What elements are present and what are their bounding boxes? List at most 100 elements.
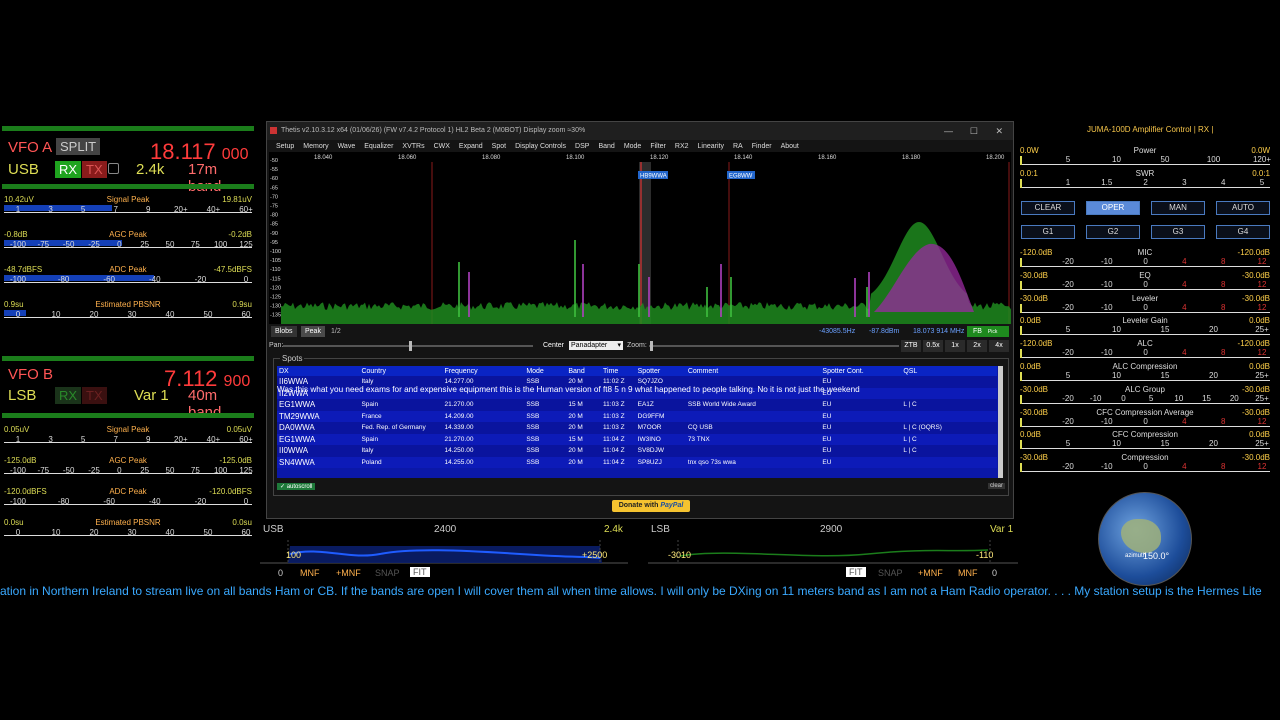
spots-header-cell[interactable]: Frequency [443, 366, 525, 376]
split-button[interactable]: SPLIT [56, 138, 101, 155]
menu-item-display-controls[interactable]: Display Controls [515, 143, 566, 150]
autoscroll-checkbox[interactable]: ✓ autoscroll [277, 483, 316, 490]
rx-b-indicator[interactable]: RX [55, 387, 82, 404]
vfo-a-label[interactable]: VFO A [8, 139, 52, 156]
amp-g4-button[interactable]: G4 [1216, 225, 1270, 239]
filter-b-mnf-button[interactable]: MNF [958, 568, 978, 578]
maximize-icon[interactable]: ☐ [970, 122, 978, 140]
menu-item-wave[interactable]: Wave [338, 143, 356, 150]
spots-header-cell[interactable]: DX [277, 366, 359, 376]
donate-button[interactable]: Donate with PayPal [612, 500, 690, 512]
menu-item-rx2[interactable]: RX2 [675, 143, 689, 150]
amp-g3-button[interactable]: G3 [1151, 225, 1205, 239]
meter-tick-label: 0 [243, 497, 249, 506]
spot-label[interactable]: HB9WWA [640, 174, 667, 180]
lock-icon[interactable] [108, 163, 119, 174]
filter-b-panel[interactable]: LSB 2900 Var 1 -3010 -110 FIT SNAP +MNF … [648, 522, 1018, 582]
amp-tick-label: 4 [1182, 462, 1187, 472]
amp-auto-button[interactable]: AUTO [1216, 201, 1270, 215]
menu-item-spot[interactable]: Spot [492, 143, 506, 150]
meter-tick-label: -20 [194, 275, 207, 284]
zoom-slider-thumb[interactable] [650, 341, 653, 351]
amp-g2-button[interactable]: G2 [1086, 225, 1140, 239]
vfo-a-mode[interactable]: USB [8, 161, 39, 178]
menu-item-memory[interactable]: Memory [303, 143, 328, 150]
peak-button[interactable]: Peak [301, 326, 325, 337]
thetis-window[interactable]: Thetis v2.10.3.12 x64 (01/06/26) (FW v7.… [266, 121, 1014, 519]
close-icon[interactable]: ✕ [995, 122, 1003, 140]
pan-slider-thumb[interactable] [409, 341, 412, 351]
filter-a-mnf-button[interactable]: MNF [300, 568, 320, 578]
menu-item-finder[interactable]: Finder [752, 143, 772, 150]
menu-item-band[interactable]: Band [598, 143, 614, 150]
spots-header-cell[interactable]: Spotter [636, 366, 686, 376]
spots-row[interactable]: II0WWA Italy 14.250.00 SSB 20 M 11:04 Z SV8DJW… [277, 445, 997, 457]
filter-a-panel[interactable]: USB 2400 2.4k 100 +2500 0 MNF +MNF SNAP … [260, 522, 628, 582]
title-bar[interactable]: Thetis v2.10.3.12 x64 (01/06/26) (FW v7.… [267, 122, 1013, 140]
zoom-button-2x[interactable]: 2x [967, 340, 987, 352]
spots-row[interactable]: DA0WWA Fed. Rep. of Germany 14.339.00 SSB 20… [277, 422, 997, 434]
spots-row[interactable]: SN4WWA Poland 14.255.00 SSB 20 M 11:04 Z SP8UZ… [277, 456, 997, 468]
vfo-b-label[interactable]: VFO B [8, 366, 53, 383]
menu-item-linearity[interactable]: Linearity [698, 143, 724, 150]
zoom-button-0-5x[interactable]: 0.5x [923, 340, 943, 352]
spot-label[interactable]: EG8WW [729, 174, 753, 180]
spots-header-cell[interactable]: Country [359, 366, 442, 376]
spots-row[interactable]: EG1WWA Spain 21.270.00 SSB 15 M 11:04 Z IW3INO… [277, 433, 997, 445]
spots-row[interactable]: TM29WWA France 14.209.00 SSB 20 M 11:03 Z DG9F… [277, 410, 997, 422]
rx-indicator[interactable]: RX [55, 161, 82, 178]
amp-oper-button[interactable]: OPER [1086, 201, 1140, 215]
filter-b-fit-button[interactable]: FIT [846, 567, 866, 577]
spots-header-cell[interactable]: Band [566, 366, 601, 376]
menu-item-equalizer[interactable]: Equalizer [364, 143, 393, 150]
menu-item-about[interactable]: About [781, 143, 799, 150]
filter-a-pmnf-button[interactable]: +MNF [336, 568, 361, 578]
filter-b-pmnf-button[interactable]: +MNF [918, 568, 943, 578]
tx-b-indicator[interactable]: TX [82, 387, 107, 404]
menu-item-mode[interactable]: Mode [624, 143, 642, 150]
menu-item-expand[interactable]: Expand [459, 143, 483, 150]
amp-clear-button[interactable]: CLEAR [1021, 201, 1075, 215]
fb-button[interactable]: FB Pick Signal [967, 326, 1009, 347]
vfo-a-band[interactable]: 17m band [188, 161, 254, 195]
menu-item-cwx[interactable]: CWX [434, 143, 450, 150]
amp-man-button[interactable]: MAN [1151, 201, 1205, 215]
menu-item-filter[interactable]: Filter [650, 143, 666, 150]
zoom-button-1x[interactable]: 1x [945, 340, 965, 352]
menu-item-ra[interactable]: RA [733, 143, 743, 150]
blobs-button[interactable]: Blobs [271, 326, 297, 337]
center-button[interactable]: Center [543, 340, 564, 352]
display-mode-select[interactable]: Panadapter ▾ [569, 341, 623, 350]
amp-meter-right: 0.0W [1251, 146, 1270, 155]
spots-header-cell[interactable]: Spotter Cont. [820, 366, 901, 376]
tx-indicator[interactable]: TX [82, 161, 107, 178]
vfo-b-filter[interactable]: Var 1 [134, 387, 169, 404]
filter-b-snap-button[interactable]: SNAP [878, 568, 903, 578]
zoom-slider[interactable] [649, 345, 899, 347]
minimize-icon[interactable]: — [944, 122, 953, 140]
amp-g1-button[interactable]: G1 [1021, 225, 1075, 239]
zoom-button-4x[interactable]: 4x [989, 340, 1009, 352]
spots-cell: 73 TNX [687, 435, 710, 443]
filter-a-snap-button[interactable]: SNAP [375, 568, 400, 578]
amp-tick-label: 20 [1209, 439, 1218, 449]
filter-a-fit-button[interactable]: FIT [410, 567, 430, 577]
pan-slider[interactable] [283, 345, 533, 347]
spots-header-cell[interactable]: Comment [686, 366, 821, 376]
amp-tick-label: -20 [1062, 302, 1074, 312]
zoom-button-ZTB[interactable]: ZTB [901, 340, 921, 352]
panadapter[interactable]: -50 -55 -60 -65 -70 -75 -80 -85 -90 -95 -100 -105 -1… [269, 152, 1011, 324]
menu-item-xvtrs[interactable]: XVTRs [402, 143, 424, 150]
menu-item-dsp[interactable]: DSP [575, 143, 589, 150]
azimuth-globe[interactable]: azimuth 150.0° [1098, 492, 1192, 586]
spots-header-cell[interactable]: QSL [901, 366, 997, 376]
spots-cell: France [361, 412, 382, 420]
spots-header-cell[interactable]: Time [601, 366, 636, 376]
vfo-b-mode[interactable]: LSB [8, 387, 36, 404]
menu-item-setup[interactable]: Setup [276, 143, 294, 150]
spots-scrollbar[interactable] [998, 366, 1003, 478]
spots-clear-button[interactable]: clear [988, 483, 1006, 489]
vfo-a-filter[interactable]: 2.4k [136, 161, 164, 178]
spots-row[interactable]: EG1WWA Spain 21.270.00 SSB 15 M 11:03 Z EA1Z SS… [277, 399, 997, 411]
spots-header-cell[interactable]: Mode [524, 366, 566, 376]
